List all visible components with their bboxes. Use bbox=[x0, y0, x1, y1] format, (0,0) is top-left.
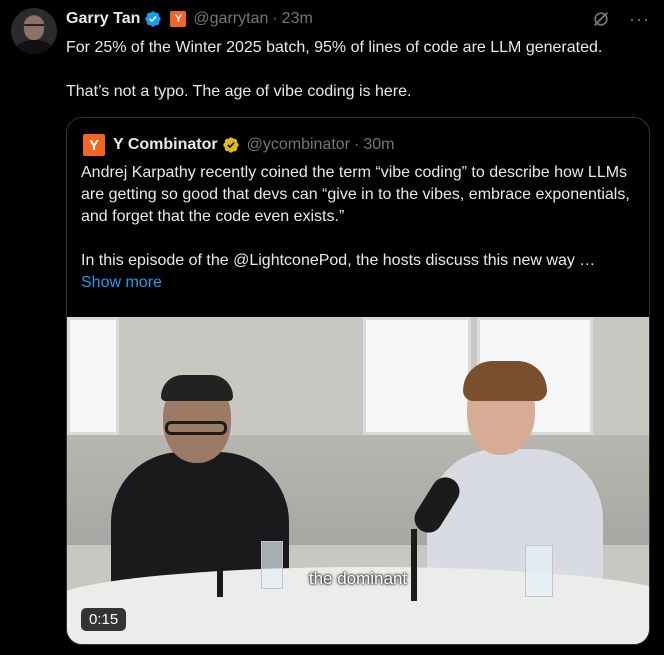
gold-verified-icon bbox=[222, 137, 239, 153]
background-window bbox=[363, 317, 471, 435]
tweet-header: Garry Tan Y @garrytan · 23m bbox=[66, 9, 313, 29]
blue-verified-icon bbox=[145, 11, 162, 27]
grok-slash-icon[interactable] bbox=[591, 9, 611, 29]
tweet-body: For 25% of the Winter 2025 batch, 95% of… bbox=[66, 37, 656, 125]
quote-text-para2: In this episode of the @LightconePod, th… bbox=[81, 252, 596, 269]
quote-timestamp[interactable]: 30m bbox=[363, 136, 394, 154]
author-handle[interactable]: @garrytan bbox=[193, 10, 268, 28]
quoted-tweet[interactable]: Y Y Combinator @ycombinator · 30m Andrej… bbox=[66, 117, 650, 645]
avatar-glasses bbox=[23, 24, 45, 29]
author-name[interactable]: Garry Tan bbox=[66, 10, 140, 28]
show-more-link[interactable]: Show more bbox=[81, 274, 162, 291]
video-timestamp: 0:15 bbox=[81, 608, 127, 631]
avatar-shirt bbox=[15, 40, 53, 54]
background-window bbox=[67, 317, 119, 435]
quote-text-para1: Andrej Karpathy recently coined the term… bbox=[81, 164, 630, 225]
quote-author-handle[interactable]: @ycombinator bbox=[247, 136, 350, 154]
video-caption: the dominant bbox=[308, 569, 408, 588]
host-left-hair bbox=[161, 375, 233, 401]
separator-dot: · bbox=[272, 10, 278, 27]
tweet-actions-top: ··· bbox=[591, 9, 650, 29]
yc-logo-icon: Y bbox=[83, 134, 105, 156]
quote-header: Y Y Combinator @ycombinator · 30m bbox=[83, 134, 394, 156]
mic-arm-right bbox=[411, 529, 417, 601]
quote-separator-dot: · bbox=[354, 136, 360, 153]
more-dots-icon[interactable]: ··· bbox=[629, 10, 650, 28]
tweet-text-line2: That’s not a typo. The age of vibe codin… bbox=[66, 83, 412, 100]
host-left-glasses bbox=[165, 421, 227, 435]
tweet-timestamp[interactable]: 23m bbox=[282, 10, 313, 28]
author-avatar[interactable] bbox=[11, 8, 57, 54]
video-player[interactable]: the dominant 0:15 bbox=[67, 317, 649, 644]
quote-author-name[interactable]: Y Combinator bbox=[113, 136, 218, 154]
tweet-text-line1: For 25% of the Winter 2025 batch, 95% of… bbox=[66, 39, 603, 56]
yc-affiliate-badge[interactable]: Y bbox=[170, 11, 187, 27]
quote-body: Andrej Karpathy recently coined the term… bbox=[81, 162, 637, 294]
host-right-hair bbox=[463, 361, 547, 401]
